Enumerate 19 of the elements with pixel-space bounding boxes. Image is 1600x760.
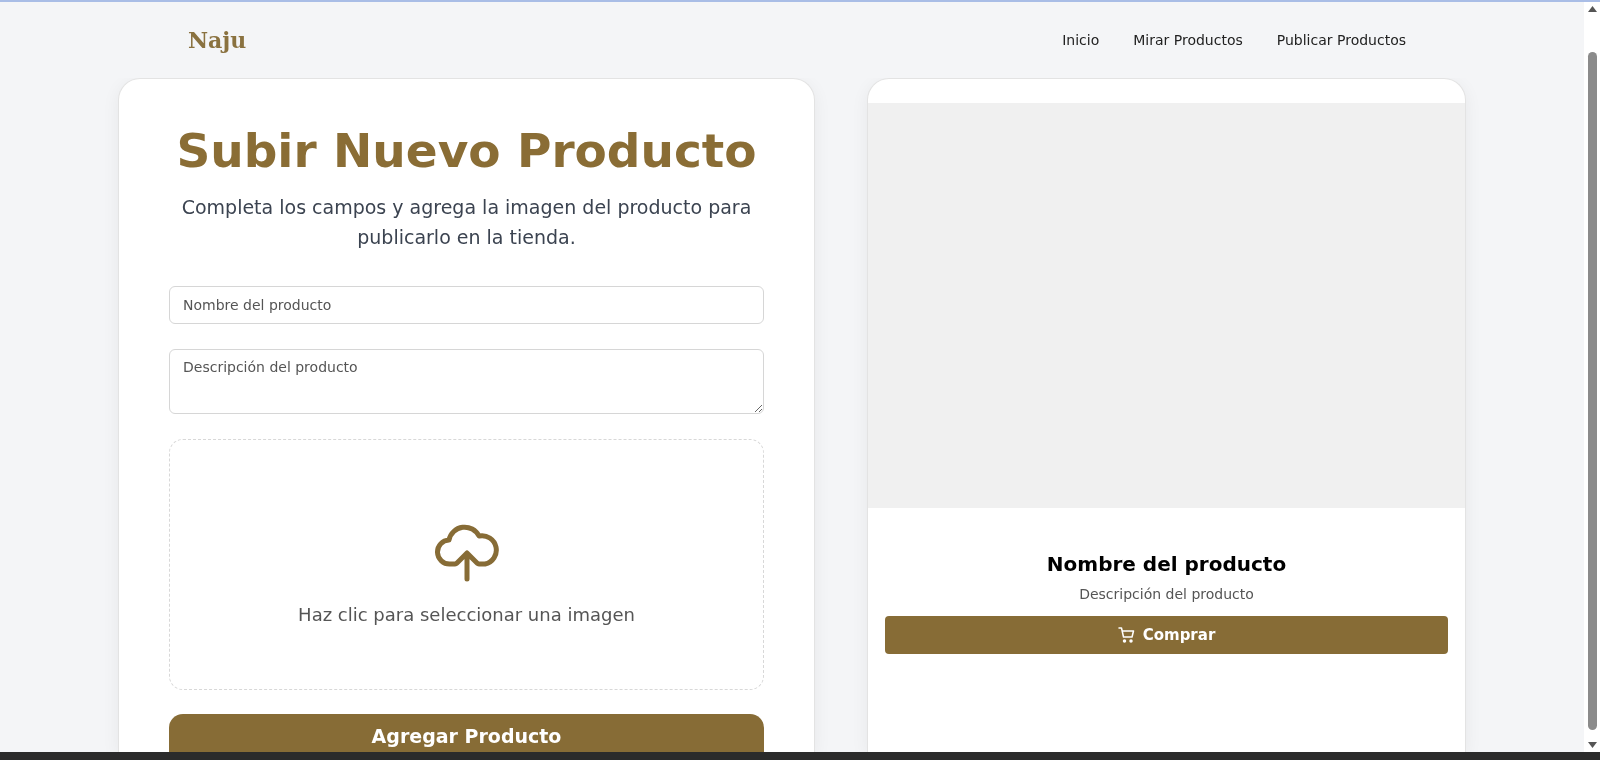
product-name-field[interactable]: Nombre del producto [169, 286, 764, 324]
preview-description: Descripción del producto [1079, 586, 1254, 602]
product-description-field[interactable]: Descripción del producto [169, 348, 764, 415]
preview-title: Nombre del producto [1046, 552, 1287, 576]
scrollbar-thumb[interactable] [1587, 52, 1597, 730]
buy-button[interactable]: Comprar [885, 616, 1448, 654]
cloud-upload-icon [434, 524, 499, 583]
add-product-button[interactable]: Agregar Producto [169, 714, 764, 752]
nav-link[interactable]: Mirar Productos [1133, 32, 1243, 48]
scroll-down-icon[interactable] [1587, 742, 1597, 748]
upload-label: Haz clic para seleccionar una imagen [298, 604, 635, 626]
nav-link[interactable]: Publicar Productos [1276, 32, 1406, 48]
cart-icon [1117, 627, 1135, 643]
brand-logo[interactable]: Naju [188, 27, 1029, 53]
nav-link[interactable]: Inicio [1062, 32, 1100, 48]
scroll-up-icon[interactable] [1587, 6, 1597, 12]
image-dropzone[interactable]: Haz clic para seleccionar una imagen [169, 439, 764, 690]
form-title: Subir Nuevo Producto [176, 123, 757, 178]
form-subtitle: Completa los campos y agrega la imagen del producto para publicarlo en la tienda. [180, 195, 753, 250]
